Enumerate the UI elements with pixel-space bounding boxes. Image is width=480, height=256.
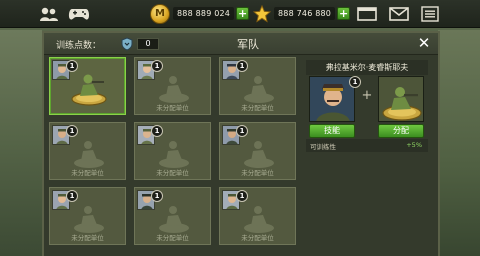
empty-unit-icon (244, 141, 274, 168)
empty-unit-icon (74, 141, 104, 168)
add-stars-button[interactable]: + (337, 7, 351, 20)
shield-icon (121, 37, 133, 51)
stars-value: 888 746 880 (274, 7, 336, 20)
infantry-unit-icon (71, 74, 107, 106)
slot-label: 未分配单位 (156, 169, 189, 177)
training-points-value: 0 (137, 38, 159, 50)
skills-button[interactable]: 技能 (309, 124, 355, 138)
panel-header: 训练点数： 0 军队 ✕ (44, 33, 438, 55)
empty-unit-icon (74, 206, 104, 233)
slot-label: 未分配单位 (71, 234, 104, 242)
slot-label: 未分配单位 (241, 234, 274, 242)
unit-slot-9[interactable]: 1 未分配单位 (219, 187, 296, 245)
slot-label: 未分配单位 (241, 169, 274, 177)
unit-slot-6[interactable]: 1 未分配单位 (219, 122, 296, 180)
coins-counter: M 888 889 024 + (150, 3, 250, 24)
commander-detail: 弗拉基米尔·麦睿斯耶夫 1 + 技能 分配 可训练性 +5% (306, 56, 434, 186)
slot-label: 未分配单位 (71, 169, 104, 177)
trainability-value: +5% (406, 141, 422, 149)
slot-label: 未分配单位 (241, 104, 274, 112)
empty-unit-icon (159, 206, 189, 233)
coins-value: 888 889 024 (173, 7, 235, 20)
coin-icon: M (150, 3, 170, 24)
trainability-row: 可训练性 +5% (306, 139, 428, 152)
add-coins-button[interactable]: + (236, 7, 250, 20)
slot-label: 未分配单位 (156, 104, 189, 112)
empty-unit-icon (244, 76, 274, 103)
menu-icon[interactable] (419, 4, 441, 24)
mail-icon[interactable] (388, 4, 410, 24)
unit-slot-3[interactable]: 1 未分配单位 (219, 57, 296, 115)
unit-slot-4[interactable]: 1 未分配单位 (49, 122, 126, 180)
unit-slot-1[interactable]: 1 (49, 57, 126, 115)
star-icon (253, 4, 271, 23)
unit-slot-2[interactable]: 1 未分配单位 (134, 57, 211, 115)
unit-slot-7[interactable]: 1 未分配单位 (49, 187, 126, 245)
background-right (438, 30, 480, 256)
assign-button[interactable]: 分配 (378, 124, 424, 138)
commander-name: 弗拉基米尔·麦睿斯耶夫 (306, 60, 428, 75)
trainability-label: 可训练性 (310, 143, 336, 151)
unit-slot-5[interactable]: 1 未分配单位 (134, 122, 211, 180)
stars-counter: 888 746 880 + (253, 4, 351, 23)
users-icon[interactable] (38, 4, 60, 24)
top-bar: M 888 889 024 + 888 746 880 + (0, 0, 480, 28)
empty-unit-icon (159, 141, 189, 168)
gamepad-icon[interactable] (68, 4, 90, 24)
army-panel: 训练点数： 0 军队 ✕ 1 1 未分配单位 1 未分配单位 1 未分配单位 1… (42, 31, 440, 256)
unit-slot-8[interactable]: 1 未分配单位 (134, 187, 211, 245)
background-left (0, 30, 42, 256)
close-button[interactable]: ✕ (415, 34, 433, 52)
shop-icon[interactable] (356, 4, 378, 24)
empty-unit-icon (244, 206, 274, 233)
plus-icon: + (361, 88, 373, 103)
training-points-label: 训练点数： (56, 41, 102, 51)
assigned-unit-portrait (378, 76, 424, 122)
empty-unit-icon (159, 76, 189, 103)
slot-label: 未分配单位 (156, 234, 189, 242)
panel-title: 军队 (237, 38, 259, 51)
commander-level-badge: 1 (349, 76, 361, 88)
